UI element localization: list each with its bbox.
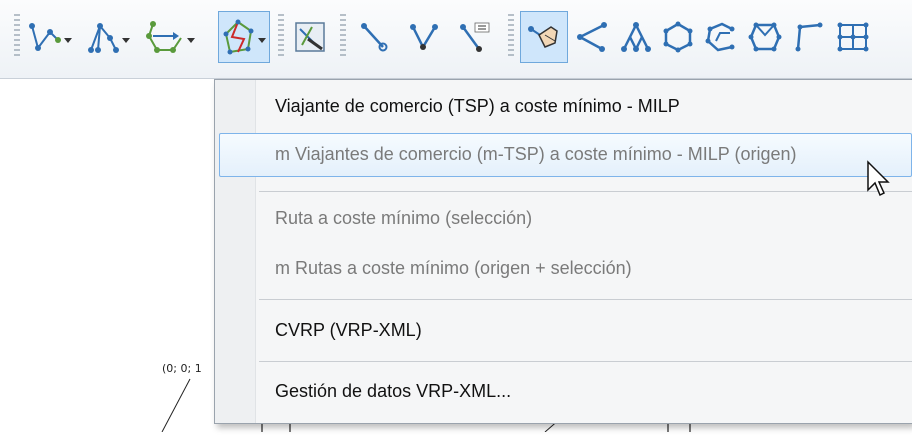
tree-tool-icon	[88, 23, 119, 53]
menu-item-tsp-milp[interactable]: Viajante de comercio (TSP) a coste mínim…	[275, 96, 680, 117]
edit-graph-button[interactable]	[288, 11, 332, 63]
menu-item-gestion-datos-vrp[interactable]: Gestión de datos VRP-XML...	[275, 381, 511, 402]
toolbar-separator	[508, 14, 514, 58]
chevron-down-icon	[187, 37, 195, 43]
add-arc-icon	[410, 24, 438, 50]
toolbar-grip[interactable]	[14, 14, 20, 58]
menu-separator	[259, 191, 912, 192]
tree-shape-icon	[621, 22, 651, 52]
mouse-cursor-icon	[867, 160, 890, 197]
menu-item-ruta-coste-minimo[interactable]: Ruta a coste mínimo (selección)	[275, 208, 532, 229]
tree-tool-button[interactable]	[84, 11, 132, 63]
toolbar-separator	[278, 14, 284, 58]
closed-cycle-button[interactable]	[744, 11, 786, 63]
corner-path-icon	[795, 22, 823, 52]
menu-item-m-rutas-coste-minimo[interactable]: m Rutas a coste mínimo (origen + selecci…	[275, 258, 632, 279]
graph-edge	[161, 378, 191, 433]
chevron-down-icon	[64, 37, 72, 43]
toolbar-separator	[340, 14, 346, 58]
open-path-tool-button[interactable]	[26, 11, 74, 63]
add-arc-button[interactable]	[402, 11, 446, 63]
edit-graph-icon	[295, 22, 325, 52]
add-edge-icon	[361, 23, 388, 52]
chevron-down-icon	[258, 37, 266, 43]
open-path-tool-icon	[29, 23, 61, 51]
numbered-edge-button[interactable]	[452, 11, 498, 63]
hexagon-cycle-button[interactable]	[658, 11, 698, 63]
open-polyline-icon	[577, 22, 607, 52]
hand-node-tool-button[interactable]	[520, 11, 568, 63]
menu-separator	[259, 299, 912, 300]
closed-cycle-icon	[748, 22, 782, 52]
numbered-edge-icon	[460, 22, 490, 52]
menu-item-cvrp[interactable]: CVRP (VRP-XML)	[275, 320, 422, 341]
menu-item-mtsp-milp[interactable]: m Viajantes de comercio (m-TSP) a coste …	[275, 144, 797, 165]
node-label: (0; 0; 1	[162, 362, 202, 375]
open-cycle-button[interactable]	[700, 11, 740, 63]
open-cycle-icon	[705, 22, 735, 52]
routing-tool-icon	[223, 19, 254, 55]
grid-graph-icon	[837, 22, 869, 52]
chevron-down-icon	[122, 37, 130, 43]
flow-tool-icon	[146, 21, 182, 53]
menu-icon-strip	[215, 80, 256, 423]
hexagon-cycle-icon	[663, 21, 693, 53]
grid-graph-button[interactable]	[832, 11, 874, 63]
hand-node-tool-icon	[528, 26, 558, 48]
routing-dropdown-menu: Viajante de comercio (TSP) a coste mínim…	[214, 79, 912, 424]
graph-toolbar	[0, 0, 912, 79]
flow-tool-button[interactable]	[142, 11, 198, 63]
open-polyline-button[interactable]	[572, 11, 612, 63]
routing-tool-button[interactable]	[218, 11, 270, 63]
tree-shape-button[interactable]	[616, 11, 656, 63]
corner-path-button[interactable]	[790, 11, 828, 63]
menu-separator	[259, 361, 912, 362]
add-edge-button[interactable]	[352, 11, 396, 63]
